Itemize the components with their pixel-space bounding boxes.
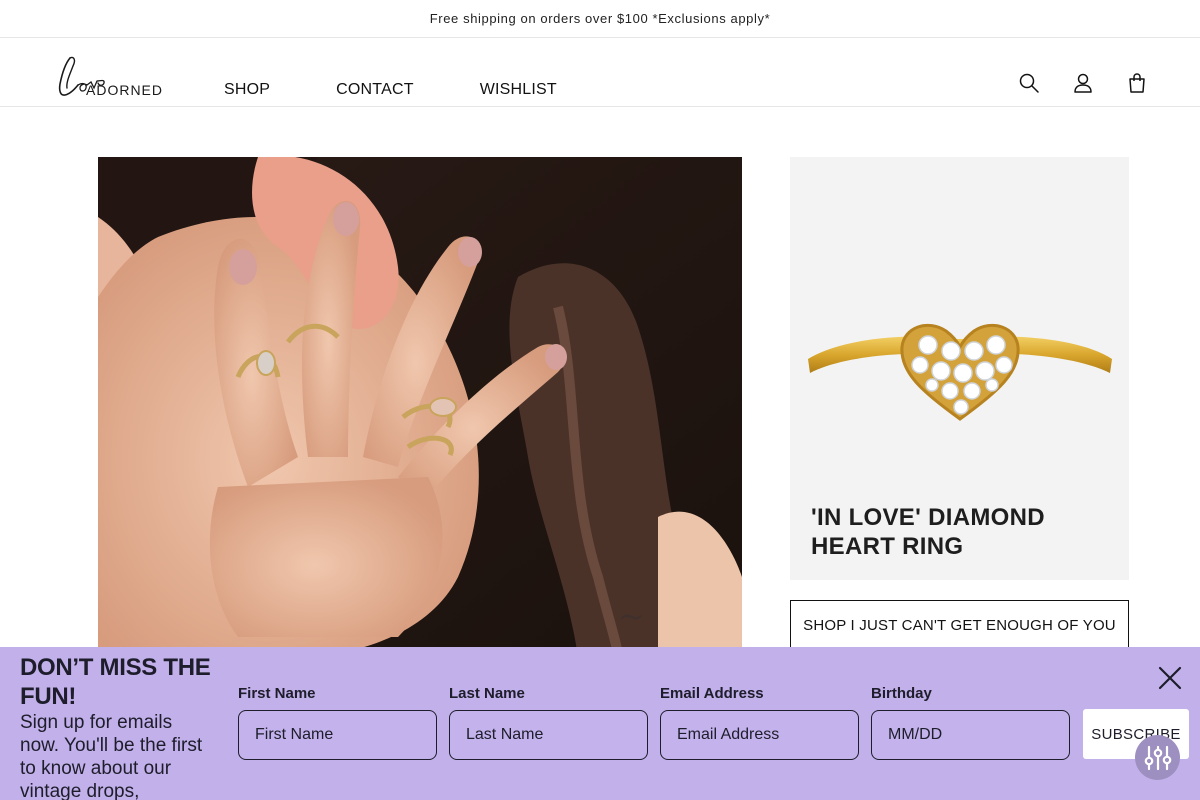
nav-shop[interactable]: SHOP	[224, 81, 270, 99]
first-name-input[interactable]	[238, 710, 437, 760]
last-name-field: Last Name	[449, 685, 648, 760]
account-icon[interactable]	[1072, 72, 1094, 94]
hero-image[interactable]: ~	[98, 157, 742, 657]
signup-heading: DON’T MISS THE FUN!	[20, 654, 211, 710]
header-icons	[1018, 72, 1148, 94]
logo-word: ADORNED	[86, 82, 163, 98]
announcement-bar: Free shipping on orders over $100 *Exclu…	[0, 0, 1200, 38]
birthday-label: Birthday	[871, 685, 932, 702]
last-name-input[interactable]	[449, 710, 648, 760]
filter-button[interactable]	[1135, 735, 1180, 780]
last-name-label: Last Name	[449, 685, 525, 702]
logo[interactable]: ADORNED	[56, 52, 182, 100]
main-nav: SHOP CONTACT WISHLIST	[224, 81, 557, 99]
signup-description: Sign up for emails now. You'll be the fi…	[20, 712, 203, 800]
sliders-icon	[1144, 745, 1171, 770]
birthday-field: Birthday	[871, 685, 1070, 760]
email-label: Email Address	[660, 685, 764, 702]
first-name-label: First Name	[238, 685, 316, 702]
announcement-text: Free shipping on orders over $100 *Exclu…	[429, 11, 771, 26]
close-icon[interactable]	[1156, 664, 1184, 692]
first-name-field: First Name	[238, 685, 437, 760]
email-field: Email Address	[660, 685, 859, 760]
email-input[interactable]	[660, 710, 859, 760]
product-card[interactable]: 'IN LOVE' DIAMOND HEART RING	[790, 157, 1129, 580]
svg-text:~: ~	[618, 597, 645, 635]
site-header: ADORNED SHOP CONTACT WISHLIST	[0, 38, 1200, 107]
nav-wishlist[interactable]: WISHLIST	[480, 81, 557, 99]
birthday-input[interactable]	[871, 710, 1070, 760]
cart-icon[interactable]	[1126, 72, 1148, 94]
search-icon[interactable]	[1018, 72, 1040, 94]
nav-contact[interactable]: CONTACT	[336, 81, 414, 99]
product-title[interactable]: 'IN LOVE' DIAMOND HEART RING	[811, 503, 1111, 561]
email-signup-banner: DON’T MISS THE FUN! Sign up for emails n…	[0, 647, 1200, 800]
product-image[interactable]	[804, 307, 1116, 427]
